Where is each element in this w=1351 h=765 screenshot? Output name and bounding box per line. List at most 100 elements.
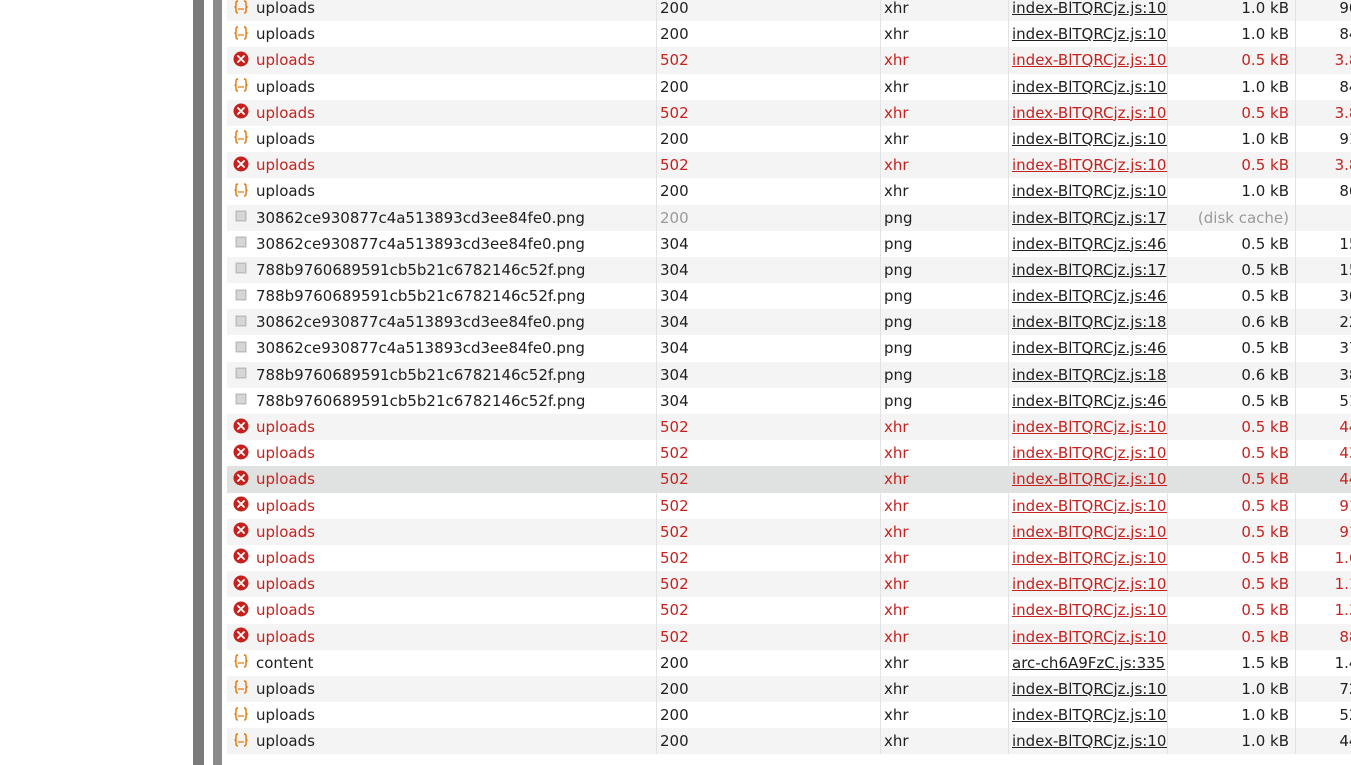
request-name-cell[interactable]: uploads <box>227 100 654 126</box>
request-name-cell[interactable]: uploads <box>227 178 654 204</box>
request-type: png <box>884 287 913 306</box>
request-name-cell[interactable]: uploads <box>227 152 654 178</box>
request-name-cell[interactable]: uploads <box>227 624 654 650</box>
initiator-link[interactable]: index-BlTQRCjz.js:109 <box>1012 628 1167 646</box>
request-row[interactable]: uploads 502 xhr index-BlTQRCjz.js:109 0.5 kB… <box>227 597 1351 624</box>
column-divider <box>1295 361 1296 388</box>
initiator-link[interactable]: index-BlTQRCjz.js:109 <box>1012 575 1167 593</box>
request-row[interactable]: uploads 502 xhr index-BlTQRCjz.js:109 0.5 kB… <box>227 99 1351 126</box>
initiator-link[interactable]: index-BlTQRCjz.js:109 <box>1012 680 1167 698</box>
request-name-cell[interactable]: uploads <box>227 126 654 152</box>
initiator-link[interactable]: index-BlTQRCjz.js:468 <box>1012 235 1167 253</box>
initiator-link[interactable]: index-BlTQRCjz.js:468 <box>1012 287 1167 305</box>
request-row[interactable]: uploads 502 xhr index-BlTQRCjz.js:109 0.5 kB… <box>227 518 1351 545</box>
request-name: 30862ce930877c4a513893cd3ee84fe0.png <box>256 208 585 227</box>
column-divider <box>1295 47 1296 74</box>
request-row[interactable]: uploads 200 xhr index-BlTQRCjz.js:109 1.0 kB… <box>227 675 1351 703</box>
request-row[interactable]: uploads 502 xhr index-BlTQRCjz.js:109 0.5 kB… <box>227 414 1351 441</box>
initiator-link[interactable]: index-BlTQRCjz.js:109 <box>1012 130 1167 148</box>
request-row[interactable]: content 200 xhr arc-ch6A9FzC.js:335 1.5 kB 1.… <box>227 649 1351 676</box>
request-row[interactable]: 30862ce930877c4a513893cd3ee84fe0.png 304 p… <box>227 230 1351 257</box>
request-row[interactable]: uploads 502 xhr index-BlTQRCjz.js:109 0.5 kB… <box>227 544 1351 572</box>
request-name-cell[interactable]: uploads <box>227 728 654 754</box>
request-name-cell[interactable]: 788b9760689591cb5b21c6782146c52f.png <box>227 257 654 283</box>
request-row[interactable]: uploads 200 xhr index-BlTQRCjz.js:109 1.0 kB… <box>227 178 1351 205</box>
request-name-cell[interactable]: uploads <box>227 440 654 466</box>
request-row[interactable]: uploads 502 xhr index-BlTQRCjz.js:109 0.5 kB… <box>227 440 1351 467</box>
request-name-cell[interactable]: 30862ce930877c4a513893cd3ee84fe0.png <box>227 231 654 257</box>
request-row[interactable]: uploads 200 xhr index-BlTQRCjz.js:109 1.0 kB… <box>227 73 1351 100</box>
request-name-cell[interactable]: uploads <box>227 47 654 73</box>
request-name-cell[interactable]: uploads <box>227 597 654 623</box>
request-row[interactable]: uploads 200 xhr index-BlTQRCjz.js:109 1.0 kB… <box>227 21 1351 48</box>
initiator-link[interactable]: index-BlTQRCjz.js:109 <box>1012 523 1167 541</box>
request-row[interactable]: uploads 200 xhr index-BlTQRCjz.js:109 1.0 kB… <box>227 125 1351 153</box>
request-name-cell[interactable]: 788b9760689591cb5b21c6782146c52f.png <box>227 388 654 414</box>
request-name-cell[interactable]: uploads <box>227 571 654 597</box>
request-row[interactable]: uploads 200 xhr index-BlTQRCjz.js:109 1.0 kB… <box>227 702 1351 729</box>
request-name-cell[interactable]: uploads <box>227 519 654 545</box>
request-row[interactable]: 30862ce930877c4a513893cd3ee84fe0.png 304 p… <box>227 309 1351 336</box>
initiator-link[interactable]: index-BlTQRCjz.js:109 <box>1012 549 1167 567</box>
initiator-link[interactable]: arc-ch6A9FzC.js:335 <box>1012 654 1165 672</box>
initiator-link[interactable]: index-BlTQRCjz.js:109 <box>1012 182 1167 200</box>
column-divider <box>1295 728 1296 755</box>
request-row[interactable]: 30862ce930877c4a513893cd3ee84fe0.png 304 p… <box>227 335 1351 362</box>
request-name-cell[interactable]: uploads <box>227 545 654 571</box>
initiator-link[interactable]: index-BlTQRCjz.js:109 <box>1012 78 1167 96</box>
request-row[interactable]: 30862ce930877c4a513893cd3ee84fe0.png 200 p… <box>227 204 1351 231</box>
initiator-link[interactable]: index-BlTQRCjz.js:109 <box>1012 418 1167 436</box>
request-row[interactable]: uploads 200 xhr index-BlTQRCjz.js:109 1.0 kB… <box>227 728 1351 755</box>
initiator-link[interactable]: index-BlTQRCjz.js:468 <box>1012 392 1167 410</box>
panel-resize-handle[interactable] <box>193 0 204 765</box>
request-name-cell[interactable]: uploads <box>227 493 654 519</box>
request-type: png <box>884 365 913 384</box>
initiator-link[interactable]: index-BlTQRCjz.js:109 <box>1012 156 1167 174</box>
initiator-link[interactable]: index-BlTQRCjz.js:468 <box>1012 339 1167 357</box>
request-name-cell[interactable]: 30862ce930877c4a513893cd3ee84fe0.png <box>227 205 654 231</box>
request-row[interactable]: uploads 502 xhr index-BlTQRCjz.js:109 0.5 kB… <box>227 492 1351 519</box>
initiator-link[interactable]: index-BlTQRCjz.js:109 <box>1012 732 1167 750</box>
request-name: uploads <box>256 51 315 70</box>
request-name-cell[interactable]: uploads <box>227 676 654 702</box>
column-divider <box>880 309 881 336</box>
request-row[interactable]: uploads 502 xhr index-BlTQRCjz.js:109 0.5 kB… <box>227 152 1351 179</box>
initiator-link[interactable]: index-BlTQRCjz.js:109 <box>1012 0 1167 17</box>
request-row[interactable]: 788b9760689591cb5b21c6782146c52f.png 304 p… <box>227 283 1351 310</box>
request-row[interactable]: uploads 200 xhr index-BlTQRCjz.js:109 1.0 kB… <box>227 0 1351 22</box>
initiator-link[interactable]: index-BlTQRCjz.js:109 <box>1012 470 1167 488</box>
request-row[interactable]: uploads 502 xhr index-BlTQRCjz.js:109 0.5 kB… <box>227 47 1351 74</box>
initiator-link[interactable]: index-BlTQRCjz.js:18 <box>1012 366 1166 384</box>
request-row[interactable]: uploads 502 xhr index-BlTQRCjz.js:109 0.5 kB… <box>227 623 1351 650</box>
initiator-link[interactable]: index-BlTQRCjz.js:109 <box>1012 25 1167 43</box>
request-name-cell[interactable]: uploads <box>227 21 654 47</box>
initiator-link[interactable]: index-BlTQRCjz.js:18 <box>1012 313 1166 331</box>
request-name-cell[interactable]: 30862ce930877c4a513893cd3ee84fe0.png <box>227 335 654 361</box>
initiator-link[interactable]: index-BlTQRCjz.js:109 <box>1012 601 1167 619</box>
transfer-size: 1.0 kB <box>1241 706 1289 725</box>
request-row[interactable]: 788b9760689591cb5b21c6782146c52f.png 304 p… <box>227 361 1351 388</box>
request-row[interactable]: 788b9760689591cb5b21c6782146c52f.png 304 p… <box>227 256 1351 284</box>
xhr-icon <box>234 130 248 145</box>
request-time: 377 <box>1339 339 1351 358</box>
request-row[interactable]: uploads 502 xhr index-BlTQRCjz.js:109 0.5 kB… <box>227 571 1351 598</box>
initiator-link[interactable]: index-BlTQRCjz.js:109 <box>1012 706 1167 724</box>
request-name-cell[interactable]: uploads <box>227 74 654 100</box>
request-name-cell[interactable]: uploads <box>227 702 654 728</box>
request-name-cell[interactable]: uploads <box>227 414 654 440</box>
initiator-link[interactable]: index-BlTQRCjz.js:109 <box>1012 497 1167 515</box>
request-name-cell[interactable]: 788b9760689591cb5b21c6782146c52f.png <box>227 283 654 309</box>
request-name-cell[interactable]: uploads <box>227 0 654 21</box>
initiator-link[interactable]: index-BlTQRCjz.js:109 <box>1012 104 1167 122</box>
request-row[interactable]: 788b9760689591cb5b21c6782146c52f.png 304 p… <box>227 387 1351 414</box>
initiator-link[interactable]: index-BlTQRCjz.js:17 <box>1012 261 1166 279</box>
request-name-cell[interactable]: uploads <box>227 466 654 492</box>
initiator-link[interactable]: index-BlTQRCjz.js:109 <box>1012 51 1167 69</box>
request-name-cell[interactable]: content <box>227 650 654 676</box>
initiator-link[interactable]: index-BlTQRCjz.js:17 <box>1012 209 1166 227</box>
panel-divider[interactable] <box>213 0 222 765</box>
initiator-link[interactable]: index-BlTQRCjz.js:109 <box>1012 444 1167 462</box>
request-name-cell[interactable]: 30862ce930877c4a513893cd3ee84fe0.png <box>227 309 654 335</box>
request-row[interactable]: uploads 502 xhr index-BlTQRCjz.js:109 0.5 kB… <box>227 466 1351 493</box>
request-name-cell[interactable]: 788b9760689591cb5b21c6782146c52f.png <box>227 362 654 388</box>
